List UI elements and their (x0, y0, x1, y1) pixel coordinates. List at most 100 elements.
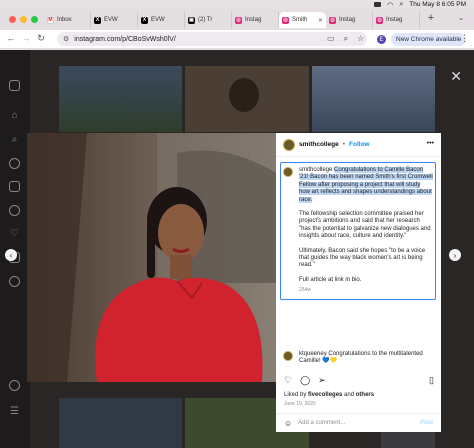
add-comment-bar: ☺ Add a comment... Post (276, 413, 441, 432)
tab-label: EVW (104, 17, 118, 23)
caption-paragraph: The fellowship selection committee prais… (299, 211, 431, 240)
explore-icon[interactable] (9, 158, 20, 169)
more-options-icon[interactable]: ••• (427, 140, 434, 147)
grid-thumb[interactable] (185, 66, 309, 132)
new-tab-button[interactable]: + (424, 12, 438, 24)
tab-label: (2) Tr (198, 17, 213, 23)
instagram-page: ⌂ ⌕ ♡ ☰ ✕ ‹ › smithcollege • Follow ••• … (0, 50, 474, 448)
menu-datetime[interactable]: Thu May 8 6:05 PM (409, 1, 466, 8)
post-photo-illustration (27, 133, 276, 382)
close-icon[interactable]: ✕ (450, 68, 462, 85)
tabs: M Inbox X EVW X EVW ▣ (2) Tr ◎ Instag ◎ Smith ✕ ◎ Inst… (44, 12, 420, 28)
likes-mid: and (342, 392, 356, 398)
browser-tab[interactable]: X EVW (138, 12, 185, 28)
likes-prefix: Liked by (284, 392, 309, 398)
post-header: smithcollege • Follow (276, 133, 441, 157)
tab-label: EVW (151, 17, 165, 23)
tab-search-icon[interactable]: ⌄ (458, 14, 464, 22)
cast-icon[interactable]: ▭ (327, 34, 335, 44)
profile-avatar[interactable]: E (377, 35, 386, 44)
more-icon[interactable]: ☰ (9, 406, 20, 417)
reels-icon[interactable] (9, 181, 20, 192)
likes-user[interactable]: fivecolleges (308, 392, 342, 398)
grid-thumb[interactable] (59, 66, 182, 132)
save-icon[interactable]: ▯ (429, 375, 434, 386)
emoji-icon[interactable]: ☺ (284, 419, 292, 428)
window-controls (9, 16, 38, 23)
battery-icon[interactable] (374, 2, 382, 7)
author-username[interactable]: smithcollege (299, 141, 339, 148)
commenter-avatar[interactable] (283, 351, 293, 361)
browser-tab[interactable]: ◎ Instag (373, 12, 420, 28)
menu-search-icon[interactable]: ⌕ (399, 1, 403, 9)
tab-favicon-icon: X (141, 16, 148, 24)
browser-tab[interactable]: M Inbox (44, 12, 91, 28)
new-chrome-available-button[interactable]: New Chrome available (391, 33, 467, 46)
post-detail-panel: smithcollege • Follow ••• smithcollege C… (276, 133, 441, 432)
omnibox-actions: ▭ ⌕ ☆ (327, 34, 364, 44)
follow-button[interactable]: Follow (349, 141, 370, 148)
chrome-menu-icon[interactable]: ⋮ (460, 33, 469, 44)
messages-icon[interactable] (9, 205, 20, 216)
browser-tab[interactable]: ◎ Instag (232, 12, 279, 28)
tab-label: Instag (339, 17, 356, 23)
zoom-window-button[interactable] (31, 16, 38, 23)
commenter-username[interactable]: ktqueeney (299, 351, 327, 357)
back-button[interactable]: ← (5, 33, 17, 43)
post-date: June 19, 2020 (284, 401, 316, 407)
tab-favicon-icon: ◎ (376, 16, 383, 24)
tab-label: Instag (245, 17, 262, 23)
tab-favicon-icon: ◎ (235, 16, 242, 24)
close-window-button[interactable] (9, 16, 16, 23)
tab-strip: M Inbox X EVW X EVW ▣ (2) Tr ◎ Instag ◎ Smith ✕ ◎ Inst… (0, 9, 474, 30)
browser-tab[interactable]: X EVW (91, 12, 138, 28)
browser-tab[interactable]: ◎ Smith ✕ (279, 12, 326, 28)
grid-thumb-face (229, 78, 259, 112)
instagram-icon[interactable] (9, 80, 20, 91)
tab-favicon-icon: ▣ (188, 16, 195, 24)
profile-icon[interactable] (9, 276, 20, 287)
forward-button[interactable]: → (20, 33, 32, 43)
caption-avatar[interactable] (283, 167, 293, 177)
grid-thumb[interactable] (312, 66, 435, 132)
post-photo[interactable] (27, 133, 276, 382)
threads-icon[interactable] (9, 380, 20, 391)
notifications-icon[interactable]: ♡ (9, 228, 20, 239)
site-info-icon[interactable]: ⚙ (63, 35, 69, 43)
post-comment-button[interactable]: Post (420, 420, 433, 426)
grid-thumb[interactable] (59, 398, 182, 448)
browser-tab[interactable]: ◎ Instag (326, 12, 373, 28)
browser-tab[interactable]: ▣ (2) Tr (185, 12, 232, 28)
reload-button[interactable]: ↻ (35, 33, 47, 44)
tab-close-icon[interactable]: ✕ (318, 17, 323, 24)
search-icon[interactable]: ⌕ (9, 134, 20, 145)
zoom-icon[interactable]: ⌕ (344, 34, 348, 44)
add-comment-input[interactable]: Add a comment... (298, 420, 345, 426)
tab-label: Inbox (57, 17, 72, 23)
url-text: instagram.com/p/CBoSvWsh0lV/ (74, 35, 176, 43)
separator-dot: • (342, 141, 346, 148)
caption-timestamp[interactable]: 254w (299, 287, 433, 294)
address-bar[interactable]: ⚙ instagram.com/p/CBoSvWsh0lV/ (57, 32, 367, 46)
post-actions: ♡ ◯ ➢ ▯ (284, 375, 434, 386)
like-icon[interactable]: ♡ (284, 375, 292, 386)
browser-toolbar: ← → ↻ ⚙ instagram.com/p/CBoSvWsh0lV/ ▭ ⌕… (0, 30, 474, 49)
comment-icon[interactable]: ◯ (300, 375, 310, 386)
likes-others[interactable]: others (356, 392, 374, 398)
share-icon[interactable]: ➢ (318, 375, 326, 386)
next-post-button[interactable]: › (449, 249, 461, 261)
tab-favicon-icon: ◎ (329, 16, 336, 24)
post-caption: smithcollege Congratulations to Camille … (299, 167, 433, 295)
caption-username[interactable]: smithcollege (299, 167, 332, 173)
author-avatar[interactable] (283, 138, 295, 151)
home-icon[interactable]: ⌂ (9, 110, 20, 121)
caption-paragraph: Ultimately, Bacon said she hopes "to be … (299, 247, 426, 269)
comment-item: ktqueeney Congratulations to the multita… (283, 351, 433, 366)
previous-post-button[interactable]: ‹ (5, 249, 17, 261)
tab-favicon-icon: M (47, 16, 54, 24)
tab-label: Smith (292, 17, 308, 23)
likes-line: Liked by fivecolleges and others (284, 392, 374, 398)
bookmark-star-icon[interactable]: ☆ (357, 34, 364, 44)
wifi-icon[interactable]: ◠ (387, 1, 393, 9)
minimize-window-button[interactable] (20, 16, 27, 23)
